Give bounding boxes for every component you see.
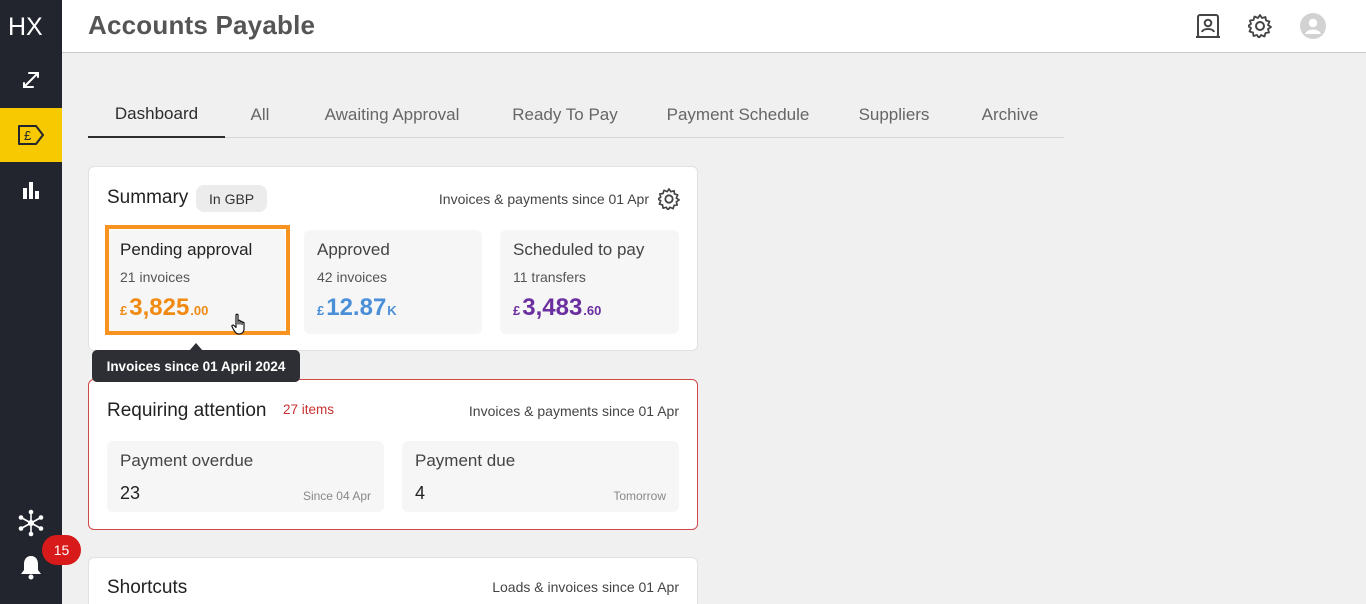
payment-overdue-tile[interactable]: Payment overdue 23 Since 04 Apr [107,441,384,512]
summary-meta: Invoices & payments since 01 Apr [438,191,649,207]
hand-cursor-icon [230,313,250,342]
link-icon [23,72,39,88]
settings-button[interactable] [1246,12,1274,40]
user-menu-button[interactable] [1299,12,1327,40]
sidebar-item-connections[interactable] [0,53,62,107]
summary-title: Summary [107,187,189,208]
summary-settings-button[interactable] [657,188,680,211]
attention-meta: Invoices & payments since 01 Apr [468,403,679,419]
pending-tile-highlight [105,225,290,335]
approved-tile[interactable]: Approved 42 invoices £12.87 K [304,230,482,334]
bar-chart-icon [23,182,39,199]
pound-tag-icon: £ [18,125,44,145]
sidebar-item-accounts-payable[interactable]: £ [0,108,62,162]
user-avatar-icon [1300,13,1326,39]
tile-note: Tomorrow [613,489,666,503]
bell-icon [21,556,41,580]
shortcuts-card: Shortcuts Loads & invoices since 01 Apr [88,557,698,604]
tile-subtitle: 11 transfers [513,269,586,285]
tab-bar: Dashboard All Awaiting Approval Ready To… [88,92,1064,138]
approved-amount: £12.87 K [317,294,397,321]
contacts-button[interactable] [1194,12,1222,40]
svg-text:£: £ [24,128,32,143]
sidebar: HX £ 15 [0,0,81,604]
tab-awaiting-approval[interactable]: Awaiting Approval [314,92,470,138]
hx-logo-mark: HX [8,14,43,38]
currency-pill: In GBP [196,185,268,212]
contacts-icon [1196,14,1220,38]
due-count: 4 [415,483,426,503]
top-bar: Accounts Payable [62,0,1366,53]
tab-archive[interactable]: Archive [972,92,1048,138]
tile-subtitle: 42 invoices [317,269,388,285]
gear-icon [1248,14,1272,38]
page-title: Accounts Payable [88,10,316,40]
scheduled-amount: £3,483.60 [513,294,602,321]
payment-due-tile[interactable]: Payment due 4 Tomorrow [402,441,679,512]
tab-all[interactable]: All [238,92,282,138]
attention-title: Requiring attention [107,400,267,421]
notification-count-badge: 15 [42,535,81,565]
requiring-attention-card: Requiring attention 27 items Invoices & … [88,379,698,530]
tile-note: Since 04 Apr [302,489,371,503]
shortcuts-title: Shortcuts [107,577,188,598]
tile-title: Scheduled to pay [513,240,645,259]
sidebar-item-reports[interactable] [0,163,62,217]
tab-dashboard[interactable]: Dashboard [88,92,225,138]
shortcuts-meta: Loads & invoices since 01 Apr [492,579,679,595]
overdue-count: 23 [120,483,141,503]
scheduled-to-pay-tile[interactable]: Scheduled to pay 11 transfers £3,483.60 [500,230,679,334]
tab-ready-to-pay[interactable]: Ready To Pay [508,92,622,138]
tab-suppliers[interactable]: Suppliers [854,92,934,138]
hx-logo[interactable]: HX [0,0,62,52]
tooltip: Invoices since 01 April 2024 [92,350,300,382]
tab-payment-schedule[interactable]: Payment Schedule [660,92,816,138]
attention-count: 27 items [283,402,335,417]
network-icon [18,509,44,537]
gear-icon [657,188,680,211]
tile-title: Payment due [415,451,516,470]
svg-text:HX: HX [8,14,43,38]
tile-title: Approved [317,240,390,259]
tile-title: Payment overdue [120,451,254,470]
